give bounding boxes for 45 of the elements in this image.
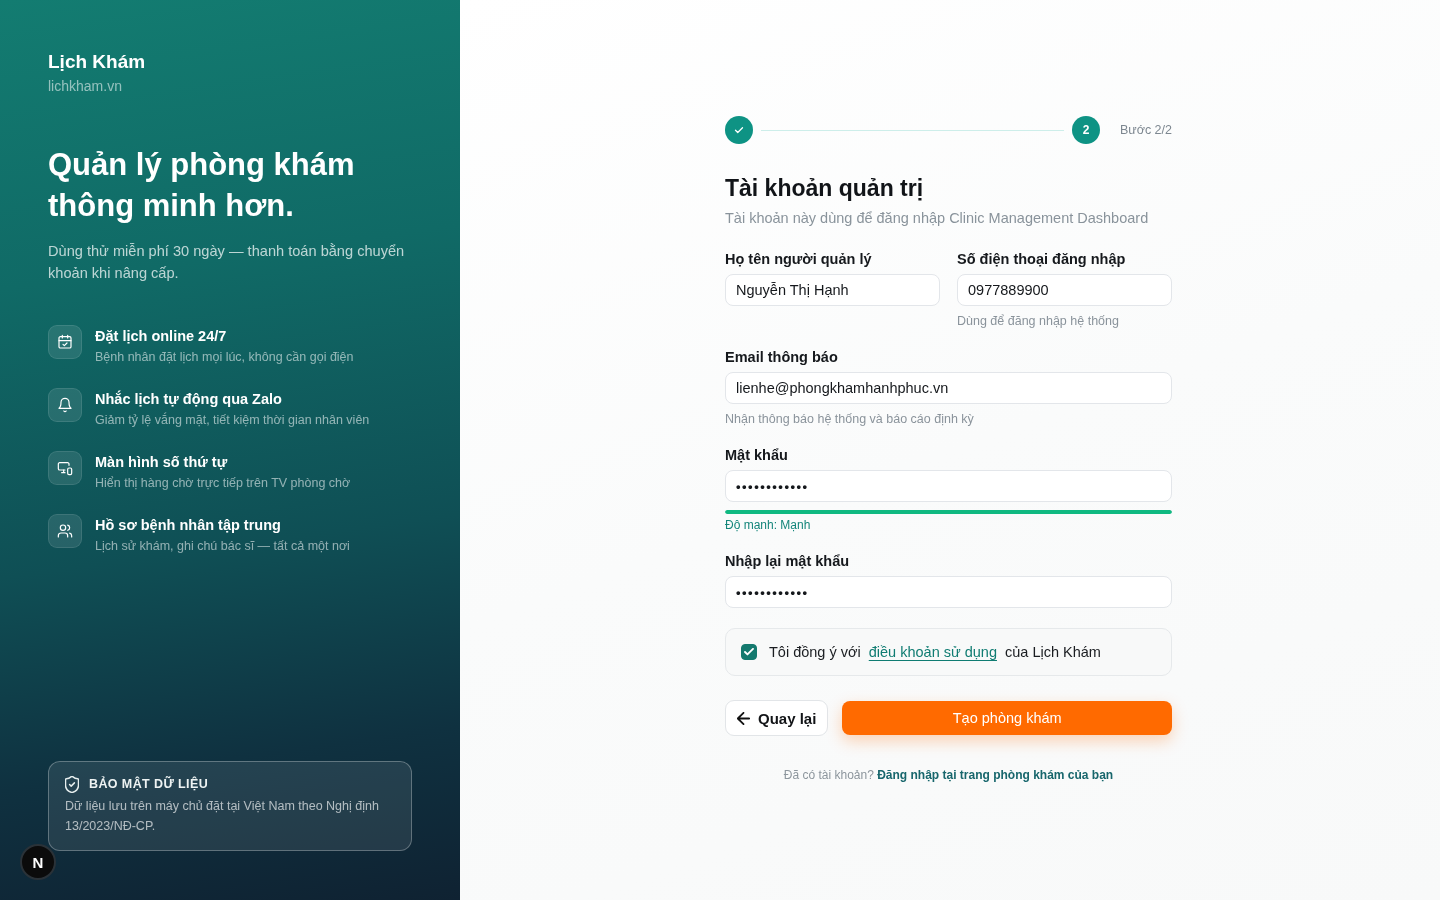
login-link[interactable]: Đăng nhập tại trang phòng khám của bạn [877, 768, 1114, 782]
dev-indicator[interactable]: N [20, 844, 56, 880]
brand-name: Lịch Khám [48, 50, 146, 74]
bell-icon [48, 388, 82, 422]
hero-title: Quản lý phòng khám thông minh hơn. [48, 146, 356, 225]
users-icon [48, 514, 82, 548]
checkmark-icon [744, 648, 754, 656]
calendar-check-icon [48, 325, 82, 359]
security-text: Dữ liệu lưu trên máy chủ đặt tại Việt Nam theo Nghị định 13/2023/NĐ-CP. [65, 798, 380, 835]
input-field[interactable]: 0977889900 [957, 274, 1172, 306]
field-label: Nhập lại mật khẩu [725, 552, 850, 571]
form-title: Tài khoản quản trị [725, 174, 924, 203]
strength-label: Độ mạnh: Mạnh [725, 517, 811, 533]
field-hint: Dùng để đăng nhập hệ thống [957, 313, 1119, 329]
arrow-left-icon [737, 711, 750, 725]
hero-subtitle: Dùng thử miễn phí 30 ngày — thanh toán bằng chuyển khoản khi nâng cấp. [48, 242, 406, 283]
checkbox[interactable] [741, 644, 757, 660]
feature-title: Nhắc lịch tự động qua Zalo [95, 389, 282, 409]
field-hint: Nhận thông báo hệ thống và báo cáo định kỳ [725, 411, 974, 427]
step-indicator: 2 [1072, 116, 1100, 144]
feature-description: Giảm tỷ lệ vắng mặt, tiết kiệm thời gian nhân viên [95, 411, 370, 429]
feature-title: Màn hình số thứ tự [95, 453, 228, 472]
feature-description: Hiển thị hàng chờ trực tiếp trên TV phòng chờ [95, 475, 351, 492]
feature-description: Bệnh nhân đặt lịch mọi lúc, không cần gọi điện [95, 349, 354, 366]
field-label: Số điện thoại đăng nhập [957, 250, 1126, 269]
input-field[interactable]: lienhe@phongkhamhanhphuc.vn [725, 372, 1172, 404]
field-label: Họ tên người quản lý [725, 250, 872, 269]
monitor-phone-icon [48, 451, 82, 485]
field-label: Mật khẩu [725, 446, 788, 465]
field-label: Email thông báo [725, 348, 838, 367]
feature-description: Lịch sử khám, ghi chú bác sĩ — tất cả một nơi [95, 538, 350, 555]
password-field[interactable]: •••••••••••• [725, 470, 1172, 502]
terms-link[interactable]: điều khoản sử dụng [868, 644, 997, 660]
brand-domain: lichkham.vn [48, 77, 122, 96]
shield-check-icon [65, 775, 79, 793]
step-caption: Bước 2/2 [1120, 123, 1172, 137]
form-subtitle: Tài khoản này dùng để đăng nhập Clinic Management Dashboard [725, 209, 1149, 228]
security-title: BẢO MẬT DỮ LIỆU [89, 776, 209, 792]
login-prompt: Đã có tài khoản? Đăng nhập tại trang phòng khám của bạn [783, 767, 1114, 783]
back-button[interactable]: Quay lại [725, 700, 829, 736]
feature-title: Hồ sơ bệnh nhân tập trung [95, 516, 281, 535]
agreement-text: Tôi đồng ý với điều khoản sử dụng của Lịch Khám [769, 644, 1101, 660]
input-field[interactable]: Nguyễn Thị Hạnh [725, 274, 940, 306]
feature-title: Đặt lịch online 24/7 [95, 327, 227, 346]
password-field[interactable]: •••••••••••• [725, 576, 1172, 608]
